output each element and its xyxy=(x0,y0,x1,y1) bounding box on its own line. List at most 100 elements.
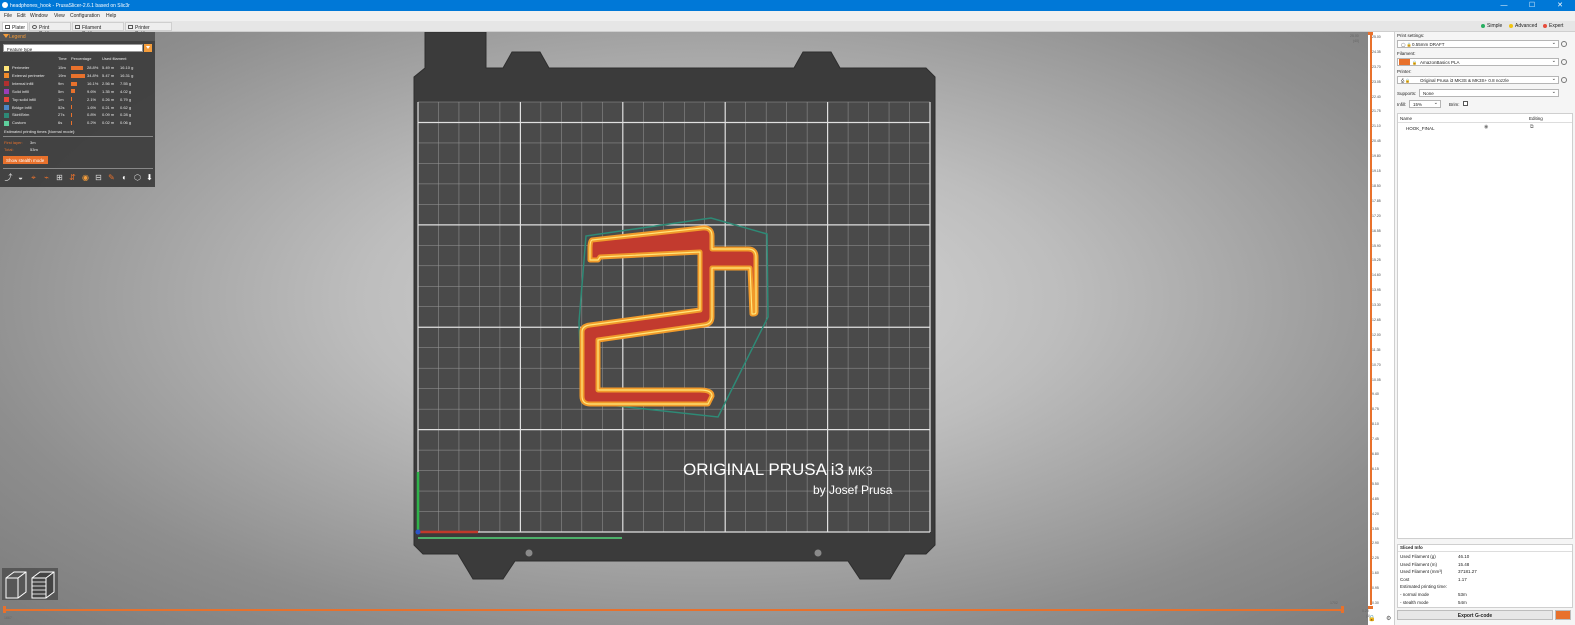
object-row[interactable]: HOOK_FINAL ◉ ⧉ xyxy=(1398,124,1572,132)
advanced-mode-dot-icon xyxy=(1509,24,1513,28)
first-layer-value: 3m xyxy=(30,140,36,145)
legend-header-time: Time xyxy=(58,56,67,61)
gear-icon xyxy=(32,25,37,29)
layer-tick-label: 2.25 xyxy=(1372,556,1379,561)
legend-row[interactable]: Skirt/Brim 27s 0.8% 0.09 m 0.28 g xyxy=(0,112,155,119)
print-settings-combo[interactable]: ◯ 🔒 0.55mm DRAFT xyxy=(1397,40,1559,48)
legend-color-swatch[interactable] xyxy=(4,120,9,126)
minimize-button[interactable]: — xyxy=(1490,1,1518,10)
sliced-info-row: - stealth mode 54m xyxy=(1398,600,1572,607)
legend-weight: 16.31 g xyxy=(120,72,134,78)
pause-prints-icon[interactable]: ⊟ xyxy=(94,172,103,183)
show-stealth-mode-button[interactable]: Show stealth mode xyxy=(3,156,48,164)
close-button[interactable]: ✕ xyxy=(1546,1,1574,10)
printer-combo[interactable]: ⎙ 🔒 Original Prusa i3 MK3S & MK3S+ 0.8 n… xyxy=(1397,76,1559,84)
layers-view-icon[interactable] xyxy=(31,571,55,599)
legend-color-swatch[interactable] xyxy=(4,112,9,118)
settings-cog-icon[interactable]: ⚙ xyxy=(1386,615,1391,622)
legend-percentage-bar xyxy=(71,65,83,70)
z-axis-indicator xyxy=(415,529,421,535)
tool-marker-icon[interactable]: ⬇ xyxy=(145,172,154,183)
wipe-icon[interactable]: ◒ xyxy=(16,172,25,183)
legend-percentage-bar xyxy=(71,89,75,94)
color-changes-icon[interactable]: ◉ xyxy=(81,172,90,183)
menu-edit[interactable]: Edit xyxy=(17,13,26,19)
layer-tick-label: 21.75 xyxy=(1372,109,1381,114)
filament-color-swatch[interactable] xyxy=(1399,59,1410,65)
lock-icon[interactable]: 🔒 xyxy=(1368,615,1375,622)
layer-tick-label: 23.70 xyxy=(1372,64,1381,69)
printer-label: Printer: xyxy=(1397,69,1412,74)
filament-combo[interactable]: 🔒 AmazonBasics PLA xyxy=(1397,58,1559,66)
legend-row[interactable]: External perimeter 19m 34.8% 5.47 m 16.31 g xyxy=(0,73,155,80)
legend-row[interactable]: Solid infill 5m 9.6% 1.35 m 4.02 g xyxy=(0,89,155,96)
seams-icon[interactable]: ⊞ xyxy=(55,172,64,183)
view-type-dropdown-icon[interactable] xyxy=(144,44,152,52)
supports-label: Supports: xyxy=(1397,91,1417,96)
legend-color-swatch[interactable] xyxy=(4,97,9,103)
menu-file[interactable]: File xyxy=(4,13,12,19)
tab-filament-settings[interactable]: Filament Settings xyxy=(72,22,124,37)
tool-changes-icon[interactable]: ⇵ xyxy=(68,172,77,183)
legend-row[interactable]: Perimeter 15m 28.8% 5.49 m 16.10 g xyxy=(0,65,155,72)
menu-window[interactable]: Window xyxy=(30,13,48,19)
legend-weight: 7.55 g xyxy=(120,80,132,86)
legend-color-swatch[interactable] xyxy=(4,89,9,95)
simple-mode-dot-icon xyxy=(1481,24,1485,28)
horizontal-move-slider[interactable]: 1667 1702 xyxy=(0,601,1345,623)
layer-tick-label: 9.40 xyxy=(1372,392,1379,397)
layer-tick-label: 5.50 xyxy=(1372,481,1379,486)
legend-time: 9m xyxy=(58,80,64,86)
legend-color-swatch[interactable] xyxy=(4,73,9,79)
legend-color-swatch[interactable] xyxy=(4,81,9,87)
3d-view-icon[interactable] xyxy=(5,571,27,599)
travel-icon[interactable]: ⤴ xyxy=(4,172,13,183)
legend-header[interactable]: Legend xyxy=(0,32,155,41)
eye-icon[interactable]: ◉ xyxy=(1484,124,1488,130)
hslider-right-thumb[interactable] xyxy=(1339,606,1344,613)
mode-simple[interactable]: Simple xyxy=(1481,23,1502,29)
retractions-icon[interactable]: ⌖ xyxy=(29,172,38,183)
legend-header-used-filament: Used filament xyxy=(102,56,127,61)
layer-slider[interactable]: 25.00 (40) 25.00 24.35 23.70 23.05 22.40 21.7… xyxy=(1350,32,1394,625)
legend-percentage-bar xyxy=(71,113,72,118)
legend-time: 15m xyxy=(58,65,66,70)
hslider-left-thumb[interactable] xyxy=(3,606,8,613)
center-of-gravity-icon[interactable]: ◐ xyxy=(120,172,129,183)
filament-edit-icon[interactable] xyxy=(1561,59,1567,65)
infill-combo[interactable]: 15% xyxy=(1409,100,1441,108)
export-gcode-button[interactable]: Export G-code xyxy=(1397,610,1553,620)
menu-help[interactable]: Help xyxy=(106,13,116,19)
menu-configuration[interactable]: Configuration xyxy=(70,13,100,19)
legend-row[interactable]: Custom 6s 0.2% 0.02 m 0.06 g xyxy=(0,120,155,127)
legend-feature-name: Solid infill xyxy=(12,88,29,94)
edit-object-icon[interactable]: ⧉ xyxy=(1530,124,1534,130)
legend-color-swatch[interactable] xyxy=(4,105,9,110)
view-type-select[interactable]: Feature type xyxy=(3,44,143,52)
tab-printer-settings[interactable]: Printer Settings xyxy=(125,22,172,37)
layer-tick-label: 6.80 xyxy=(1372,452,1379,457)
legend-row[interactable]: Top solid infill 1m 2.1% 0.26 m 0.79 g xyxy=(0,97,155,104)
legend-color-swatch[interactable] xyxy=(4,65,9,71)
mode-expert[interactable]: Expert xyxy=(1543,23,1563,29)
menu-view[interactable]: View xyxy=(54,13,65,19)
brim-checkbox[interactable] xyxy=(1463,101,1468,106)
print-settings-edit-icon[interactable] xyxy=(1561,41,1567,47)
supports-combo[interactable]: None xyxy=(1419,89,1559,97)
mode-advanced[interactable]: Advanced xyxy=(1509,23,1537,29)
tab-print-settings[interactable]: Print Settings xyxy=(29,22,71,37)
hslider-track[interactable] xyxy=(5,609,1343,611)
maximize-button[interactable]: ☐ xyxy=(1518,1,1546,10)
legend-percentage: 1.6% xyxy=(87,104,97,110)
deretractions-icon[interactable]: ⌁ xyxy=(42,172,51,183)
legend-row[interactable]: Bridge infill 52s 1.6% 0.21 m 0.62 g xyxy=(0,105,155,112)
tab-plater[interactable]: Plater xyxy=(2,22,28,31)
printer-edit-icon[interactable] xyxy=(1561,77,1567,83)
object-list[interactable]: Name Editing HOOK_FINAL ◉ ⧉ xyxy=(1397,113,1573,539)
custom-gcodes-icon[interactable]: ✎ xyxy=(107,172,116,183)
send-to-printer-icon[interactable] xyxy=(1555,610,1571,620)
legend-row[interactable]: Internal infill 9m 16.1% 2.56 m 7.55 g xyxy=(0,81,155,88)
spool-icon xyxy=(75,25,80,29)
3d-preview-viewport[interactable]: ORIGINAL PRUSA i3 MK3 by Josef Prusa xyxy=(0,32,1368,625)
shells-icon[interactable]: ⬡ xyxy=(133,172,142,183)
